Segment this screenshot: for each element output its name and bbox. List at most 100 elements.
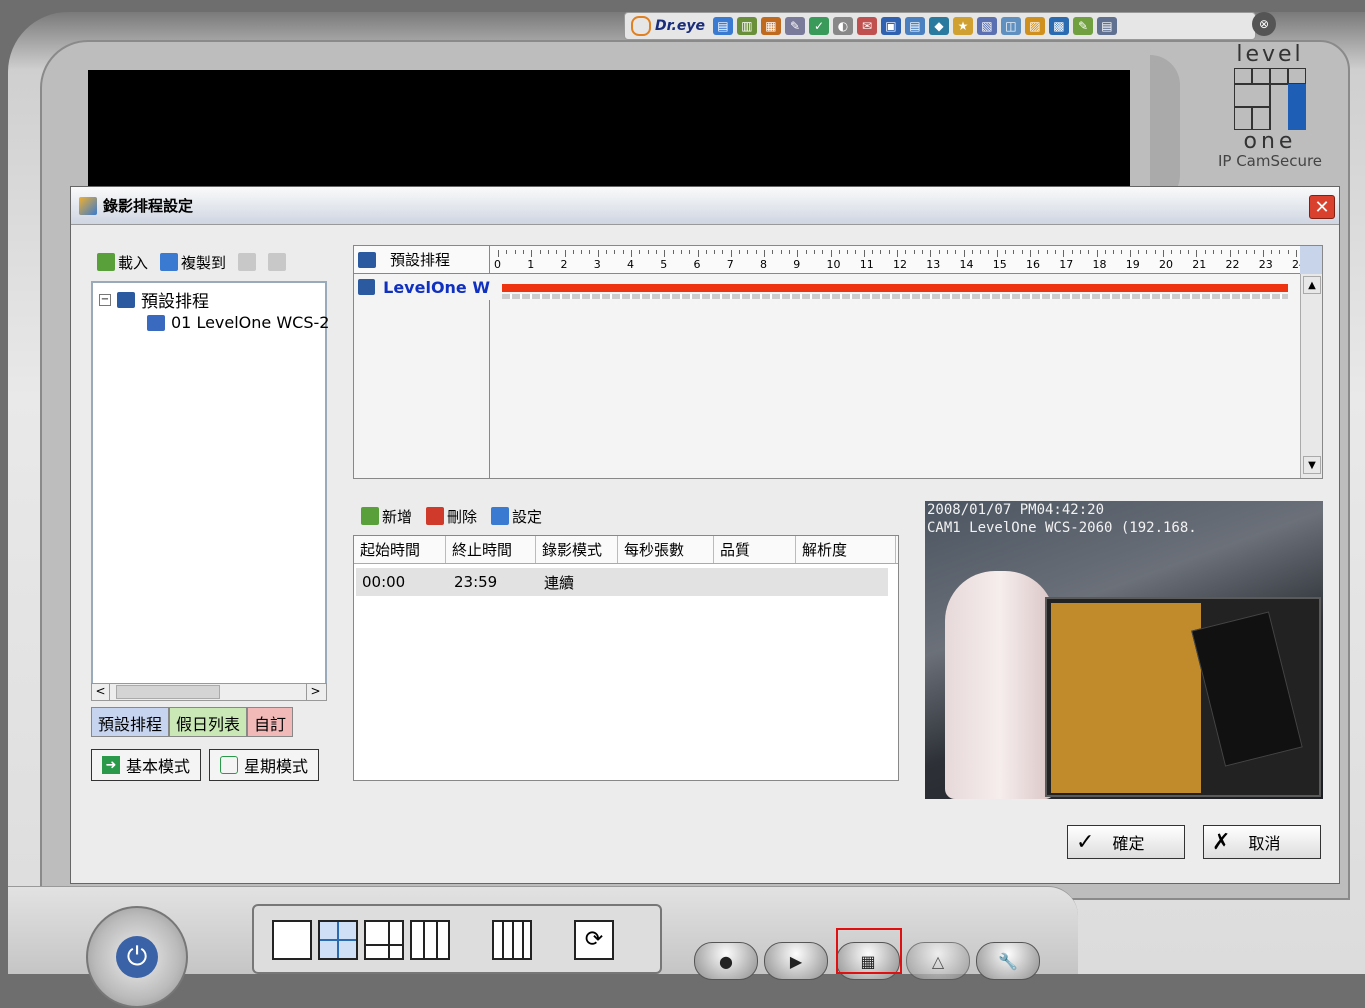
close-icon[interactable]: ✕ <box>1309 195 1335 219</box>
ruler-minor-tick <box>772 250 774 254</box>
delete-label: 刪除 <box>447 507 478 526</box>
timeline-grid-icon[interactable] <box>1300 246 1322 274</box>
toolbar-icon-13[interactable]: ◫ <box>1000 17 1021 35</box>
settings-icon <box>491 507 510 525</box>
hour-tick-3: 3 <box>593 258 601 271</box>
ruler-minor-tick <box>722 250 724 254</box>
load-label: 載入 <box>118 253 149 272</box>
toolbar-icon-5[interactable]: ✓ <box>808 17 829 35</box>
toolbar-icon-11[interactable]: ★ <box>952 17 973 35</box>
settings-segment-button[interactable]: 設定 <box>491 503 542 529</box>
ruler-minor-tick <box>938 250 940 254</box>
top-toolbar: Dr.eye ▤ ▥ ▦ ✎ ✓ ◐ ✉ ▣ ▤ ◆ ★ ▧ ◫ ▨ ▩ ✎ ▤ <box>624 12 1256 40</box>
col-end-time[interactable]: 終止時間 <box>446 536 536 563</box>
layout-3x3-icon[interactable] <box>410 920 450 960</box>
timeline-row-camera[interactable]: LevelOne W <box>354 274 490 300</box>
toolbar-icon-8[interactable]: ▣ <box>880 17 901 35</box>
ruler-minor-tick <box>955 250 957 254</box>
camera-row-icon <box>358 279 376 295</box>
collapse-icon[interactable]: − <box>99 293 111 306</box>
ruler-minor-tick <box>614 250 616 254</box>
scroll-down-icon[interactable]: ▼ <box>1303 456 1321 474</box>
load-button[interactable]: 載入 <box>97 249 148 275</box>
hour-tick-21: 21 <box>1192 258 1207 271</box>
col-fps[interactable]: 每秒張數 <box>618 536 714 563</box>
ruler-minor-tick <box>1088 250 1090 254</box>
toolbar-icon-17[interactable]: ▤ <box>1096 17 1117 35</box>
ruler-minor-tick <box>689 250 691 254</box>
col-resolution[interactable]: 解析度 <box>796 536 896 563</box>
delete-segment-button[interactable]: 刪除 <box>426 503 477 529</box>
scroll-left-icon[interactable]: < <box>92 684 110 700</box>
toolbar-icon-14[interactable]: ▨ <box>1024 17 1045 35</box>
hour-tick-7: 7 <box>726 258 734 271</box>
toolbar-icon-4[interactable]: ✎ <box>784 17 805 35</box>
preview-product-box <box>1045 597 1321 797</box>
tab-custom[interactable]: 自訂 <box>247 707 294 737</box>
toolbar-icon-15[interactable]: ▩ <box>1048 17 1069 35</box>
cancel-button[interactable]: ✗ 取消 <box>1203 825 1321 859</box>
hour-tick-20: 20 <box>1159 258 1173 271</box>
layout-1x1-icon[interactable] <box>272 920 312 960</box>
toolbar-icon-10[interactable]: ◆ <box>928 17 949 35</box>
tree-scrollbar[interactable]: < > <box>91 683 327 701</box>
layout-2x2-icon[interactable] <box>318 920 358 960</box>
remove-button[interactable] <box>268 249 287 275</box>
col-quality[interactable]: 品質 <box>714 536 796 563</box>
tools-icon[interactable]: 🔧 <box>976 942 1040 980</box>
ruler-minor-tick <box>564 250 566 257</box>
tree-root[interactable]: − 預設排程 <box>99 287 209 312</box>
scroll-right-icon[interactable]: > <box>306 684 324 700</box>
logo-bottom-text: one <box>1243 129 1297 154</box>
tree-item-camera[interactable]: 01 LevelOne WCS-2 <box>147 313 329 332</box>
toolbar-icon-12[interactable]: ▧ <box>976 17 997 35</box>
timeline-scrollbar[interactable]: ▲ ▼ <box>1300 274 1322 478</box>
copy-to-button[interactable]: 複製到 <box>160 249 226 275</box>
basic-mode-button[interactable]: ➜ 基本模式 <box>91 749 202 781</box>
tree-item-label: 01 LevelOne WCS-2 <box>171 313 330 332</box>
toolbar-icon-3[interactable]: ▦ <box>760 17 781 35</box>
toolbar-icon-9[interactable]: ▤ <box>904 17 925 35</box>
record-icon[interactable]: ● <box>694 942 758 980</box>
toolbar-close-icon[interactable]: ⊗ <box>1252 12 1276 36</box>
add-segment-button[interactable]: 新增 <box>361 503 412 529</box>
table-row[interactable]: 00:00 23:59 連續 <box>356 568 888 596</box>
tab-holiday-list[interactable]: 假日列表 <box>169 707 248 737</box>
ok-button[interactable]: ✓ 確定 <box>1067 825 1185 859</box>
col-start-time[interactable]: 起始時間 <box>354 536 446 563</box>
toolbar-icon-7[interactable]: ✉ <box>856 17 877 35</box>
paste-button[interactable] <box>238 249 257 275</box>
alarm-icon[interactable]: △ <box>906 942 970 980</box>
ruler-minor-tick <box>556 250 558 254</box>
layout-1plus5-icon[interactable] <box>364 920 404 960</box>
ruler-minor-tick <box>1079 250 1081 254</box>
toolbar-icon-16[interactable]: ✎ <box>1072 17 1093 35</box>
hour-tick-11: 11 <box>859 258 874 271</box>
weekly-mode-button[interactable]: 星期模式 <box>209 749 320 781</box>
ruler-minor-tick <box>1187 250 1189 254</box>
toolbar-icon-1[interactable]: ▤ <box>712 17 733 35</box>
checkbox-icon <box>220 756 239 774</box>
col-record-mode[interactable]: 錄影模式 <box>536 536 618 563</box>
hour-ruler: 0 1 2 3 4 5 6 7 8 9 10 11 12 13 14 15 16 17 18 19 20 21 22 23 24 <box>490 246 1306 274</box>
segment-toolbar: 新增 刪除 設定 <box>361 503 542 529</box>
layout-cycle-icon[interactable]: ⟳ <box>574 920 614 960</box>
tab-default-schedule[interactable]: 預設排程 <box>91 707 170 737</box>
power-icon[interactable]: ⏻ <box>116 936 158 978</box>
dreye-icon[interactable] <box>631 16 651 36</box>
scroll-thumb[interactable] <box>116 685 220 699</box>
recording-bar[interactable] <box>502 284 1288 292</box>
ruler-minor-tick <box>1279 250 1281 254</box>
playback-icon[interactable]: ▶ <box>764 942 828 980</box>
ruler-minor-tick <box>872 250 874 254</box>
hour-tick-12: 12 <box>893 258 907 271</box>
ruler-minor-tick <box>1254 250 1256 254</box>
scroll-up-icon[interactable]: ▲ <box>1303 276 1321 294</box>
hour-tick-1: 1 <box>527 258 535 271</box>
dreye-label[interactable]: Dr.eye <box>655 18 705 34</box>
ruler-minor-tick <box>714 250 716 254</box>
toolbar-icon-6[interactable]: ◐ <box>832 17 853 35</box>
dialog-titlebar[interactable]: 錄影排程設定 <box>71 187 1339 225</box>
layout-4x4-icon[interactable] <box>492 920 532 960</box>
toolbar-icon-2[interactable]: ▥ <box>736 17 757 35</box>
